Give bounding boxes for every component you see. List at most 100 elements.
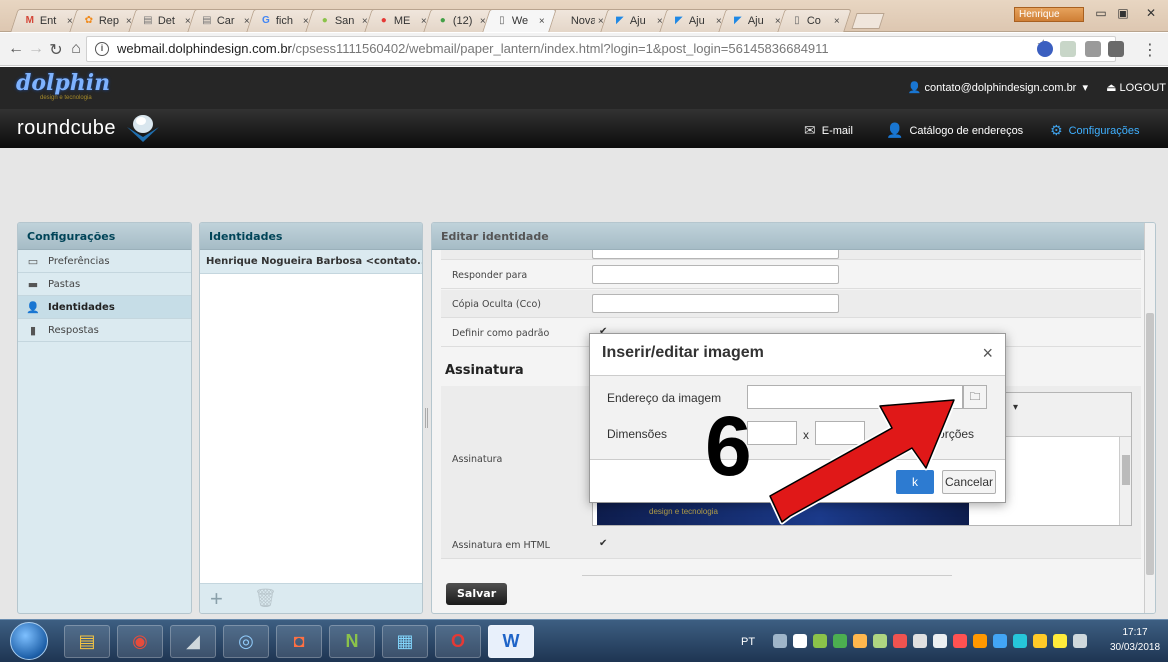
tab-close-icon[interactable]: × [834,16,840,27]
dolphin-logo[interactable]: dolphin [16,70,110,96]
nav-settings[interactable]: ⚙ Configurações [1050,122,1140,139]
tray-app-icon[interactable] [853,634,867,648]
app-taskbar-icon[interactable]: ◘ [276,625,322,658]
tray-app-icon[interactable] [893,634,907,648]
volume-icon[interactable] [933,634,947,648]
banner-text: design e tecnologia [649,507,718,516]
sidebar-item-preferences[interactable]: ▭ Preferências [18,250,191,273]
cloud-icon[interactable] [793,634,807,648]
signature-section-title: Assinatura [445,363,524,378]
browser-tab[interactable]: ▯ We × [482,9,557,32]
tray-app-icon[interactable] [813,634,827,648]
window-user-badge[interactable]: Henrique [1014,7,1084,22]
edit-panel-scrollbar[interactable] [1144,223,1155,613]
tab-close-icon[interactable]: × [539,16,545,27]
home-icon[interactable]: ⌂ [66,40,86,58]
start-button[interactable] [10,622,48,660]
info-icon[interactable]: i [95,42,109,56]
monitor-icon: ▭ [27,254,39,268]
tab-title: Aju [629,15,646,27]
nav-settings-label: Configurações [1068,124,1140,137]
opera-taskbar-icon[interactable]: O [435,625,481,658]
step-number-annotation: 6 [705,399,752,493]
envelope-icon: ✉ [804,122,816,138]
add-identity-button[interactable]: + [210,586,223,612]
tab-list: M Ent × ✿ Rep × ▤ Det × ▤ Car × Gfich × ● San × ● ME × ● (12)… [10,9,885,32]
identities-footer: + 🗑 [200,583,422,613]
sidebar-item-responses[interactable]: ▮ Respostas [18,319,191,342]
tray-app-icon[interactable] [993,634,1007,648]
new-tab-button[interactable] [851,13,885,29]
sidebar-item-label: Identidades [48,301,115,313]
close-icon[interactable]: × [982,343,993,364]
user-menu[interactable]: 👤 contato@dolphindesign.com.br ▾ [908,81,1088,94]
list-item[interactable]: Henrique Nogueira Barbosa <contato... [200,250,422,274]
dolphin-logo-subtitle: design e tecnologia [40,95,92,101]
tab-favicon-icon: ● [321,15,328,26]
organization-input[interactable] [592,250,839,259]
maximize-button[interactable]: ▣ [1112,5,1134,22]
browse-icon[interactable]: 🗀 [963,385,987,409]
explorer-taskbar-icon[interactable]: ▤ [64,625,110,658]
chevron-down-icon[interactable]: ▾ [1013,402,1018,413]
panel-splitter[interactable] [425,408,428,428]
calculator-taskbar-icon[interactable]: ▦ [382,625,428,658]
menu-icon[interactable]: ⋮ [1140,40,1160,60]
tray-app-icon[interactable] [953,634,967,648]
nav-email-label: E-mail [821,124,853,137]
browser-tab[interactable]: ▯ Co × [777,9,852,32]
tab-favicon-icon: M [25,15,35,26]
tray-app-icon[interactable] [1033,634,1047,648]
clock-date: 30/03/2018 [1109,642,1161,653]
url-input[interactable]: i webmail.dolphindesign.com.br/cpsess111… [86,36,1116,62]
bcc-row: Cópia Oculta (Cco) [441,290,1141,318]
bcc-input[interactable] [592,294,839,313]
minimize-button[interactable]: ▭ [1090,5,1112,22]
nav-contacts[interactable]: 👤 Catálogo de endereços [886,122,1023,139]
tray-app-icon[interactable] [1013,634,1027,648]
clock[interactable]: 17:17 30/03/2018 [1106,625,1164,655]
tab-title: Co [806,15,821,27]
editor-scrollbar[interactable] [1119,437,1131,525]
network-icon[interactable] [1053,634,1067,648]
tray-app-icon[interactable] [913,634,927,648]
sidebar-item-label: Preferências [48,255,110,267]
forward-icon[interactable]: → [26,40,46,58]
close-window-button[interactable]: ✕ [1140,5,1162,22]
camera-extension-icon[interactable] [1085,41,1101,57]
html-signature-checkbox[interactable]: ✔ [599,539,608,549]
tab-favicon-icon: ✿ [84,15,94,26]
thunderbird-taskbar-icon[interactable]: ◎ [223,625,269,658]
tab-favicon-icon: ▯ [499,15,505,26]
tray-app-icon[interactable] [833,634,847,648]
sidebar-item-folders[interactable]: ▬ Pastas [18,273,191,296]
app-taskbar-icon[interactable]: ◢ [170,625,216,658]
language-indicator[interactable]: PT [741,636,755,648]
extension-icon[interactable] [1037,41,1053,57]
tray-app-icon[interactable] [873,634,887,648]
tray-app-icon[interactable] [973,634,987,648]
sidebar-item-identities[interactable]: 👤 Identidades [18,296,191,319]
tab-title: We [511,15,529,27]
extension-icon[interactable] [1108,41,1124,57]
tab-favicon-icon: ◤ [615,15,624,26]
tab-title: Rep [98,15,120,27]
nav-email[interactable]: ✉ E-mail [804,122,853,139]
chrome-taskbar-icon[interactable]: ◉ [117,625,163,658]
folder-icon: ▬ [27,277,39,291]
roundcube-logo-icon [127,115,159,142]
back-icon[interactable]: ← [6,40,26,58]
delete-identity-button[interactable]: 🗑 [254,588,277,609]
word-taskbar-icon[interactable]: W [488,625,534,658]
tab-favicon-icon: ◤ [733,15,742,26]
monitor-icon[interactable] [1073,634,1087,648]
logout-button[interactable]: ⏏ LOGOUT [1106,81,1166,94]
app-taskbar-icon[interactable]: N [329,625,375,658]
reply-to-input[interactable] [592,265,839,284]
keyboard-icon[interactable] [773,634,787,648]
save-button[interactable]: Salvar [446,583,508,605]
reload-icon[interactable]: ↻ [46,40,66,60]
roundcube-logo[interactable]: roundcube [17,117,116,140]
extension-icon[interactable] [1060,41,1076,57]
identities-panel: Identidades Henrique Nogueira Barbosa <c… [199,222,423,614]
